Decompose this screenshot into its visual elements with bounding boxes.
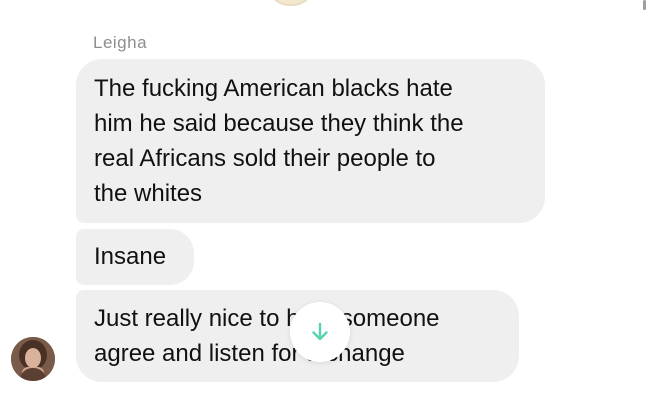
scroll-down-button[interactable]	[290, 302, 350, 362]
message-line: the whites	[94, 180, 203, 207]
arrow-down-icon	[312, 322, 328, 341]
previous-avatar	[268, 0, 314, 6]
avatar-photo	[11, 337, 55, 381]
message-bubble[interactable]: Insane	[76, 229, 194, 285]
scroll-indicator	[643, 0, 646, 10]
sender-avatar[interactable]	[11, 337, 55, 381]
message-line: him he said because they think the	[94, 110, 464, 137]
sender-name: Leigha	[93, 33, 148, 52]
chat-screen: Leigha The fucking American blacks hate …	[0, 0, 650, 406]
message-line: The fucking American blacks hate	[94, 75, 453, 102]
message-line: real Africans sold their people to	[94, 145, 436, 172]
message-bubble[interactable]: The fucking American blacks hate him he …	[76, 59, 545, 223]
message-line: Insane	[94, 243, 167, 270]
